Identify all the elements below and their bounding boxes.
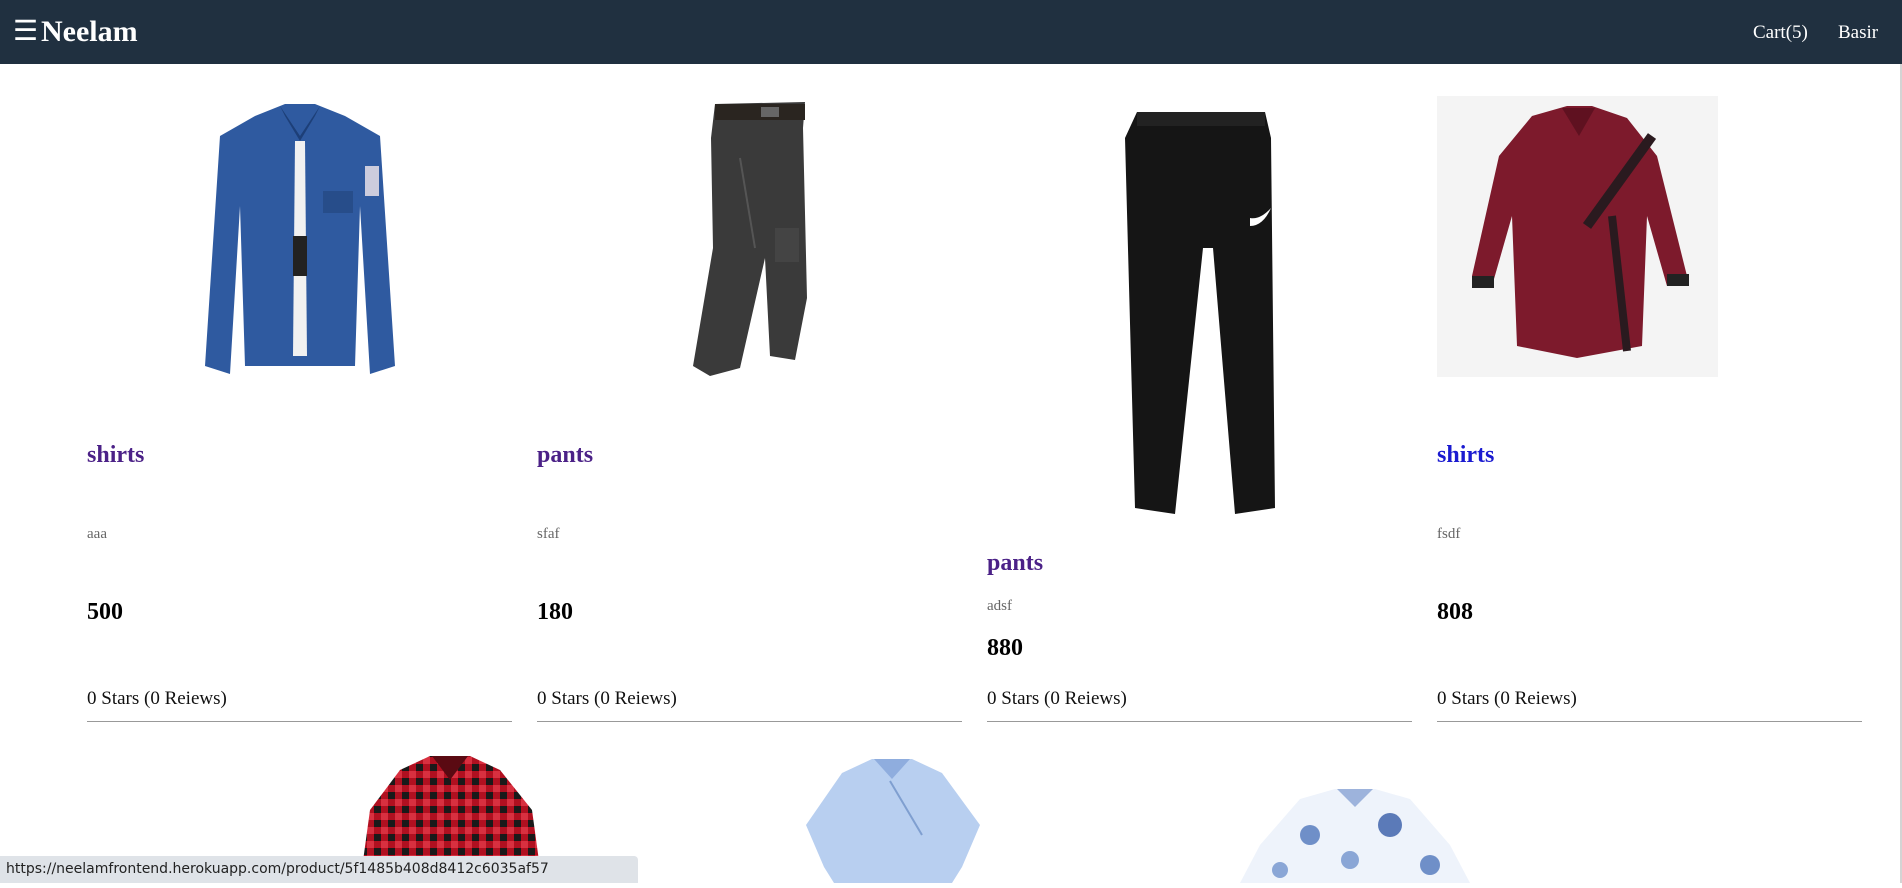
product-card: shirts aaa 500 0 Stars (0 Reiews) <box>87 64 512 722</box>
card-divider <box>1437 721 1862 722</box>
product-brand: fsdf <box>1437 526 1461 542</box>
product-name-link[interactable]: shirts <box>87 440 144 470</box>
card-divider <box>87 721 512 722</box>
product-name-link[interactable]: pants <box>987 548 1043 578</box>
cart-link[interactable]: Cart(5) <box>1753 20 1808 46</box>
brand-logo-link[interactable]: Neelam <box>41 12 138 52</box>
user-menu-link[interactable]: Basir <box>1838 20 1878 46</box>
product-price: 808 <box>1437 599 1473 625</box>
product-price: 180 <box>537 599 573 625</box>
card-divider <box>987 721 1412 722</box>
product-card: shirts fsdf 808 0 Stars (0 Reiews) <box>1437 64 1862 722</box>
card-divider <box>537 721 962 722</box>
product-image-link[interactable] <box>802 755 984 888</box>
product-rating: 0 Stars (0 Reiews) <box>987 688 1127 709</box>
product-card: pants adsf 880 0 Stars (0 Reiews) <box>987 64 1412 722</box>
product-image-link[interactable] <box>537 98 962 378</box>
top-navbar: ☰ Neelam Cart(5) Basir <box>0 0 1902 64</box>
grey-cargo-pants-image <box>692 102 807 376</box>
product-brand: adsf <box>987 598 1012 614</box>
link-preview-status-bar: https://neelamfrontend.herokuapp.com/pro… <box>0 856 638 883</box>
floral-shirt-image <box>1240 789 1470 883</box>
product-name-link[interactable]: pants <box>537 440 593 470</box>
product-rating: 0 Stars (0 Reiews) <box>87 688 227 709</box>
product-name-link[interactable]: shirts <box>1437 440 1494 470</box>
light-blue-shirt-image <box>806 759 980 883</box>
maroon-shirt-image <box>1437 96 1718 377</box>
product-brand: sfaf <box>537 526 560 542</box>
hamburger-menu-icon[interactable]: ☰ <box>13 14 38 50</box>
product-image-link[interactable] <box>1240 785 1470 888</box>
product-image-link[interactable] <box>987 108 1412 518</box>
product-price: 500 <box>87 599 123 625</box>
product-rating: 0 Stars (0 Reiews) <box>1437 688 1577 709</box>
product-brand: aaa <box>87 526 107 542</box>
blue-denim-shirt-image <box>204 104 395 374</box>
black-track-pants-image <box>1124 112 1275 514</box>
product-image-link[interactable] <box>1437 96 1862 377</box>
product-image-link[interactable] <box>87 96 512 376</box>
product-card: pants sfaf 180 0 Stars (0 Reiews) <box>537 64 962 722</box>
product-price: 880 <box>987 635 1023 661</box>
product-rating: 0 Stars (0 Reiews) <box>537 688 677 709</box>
